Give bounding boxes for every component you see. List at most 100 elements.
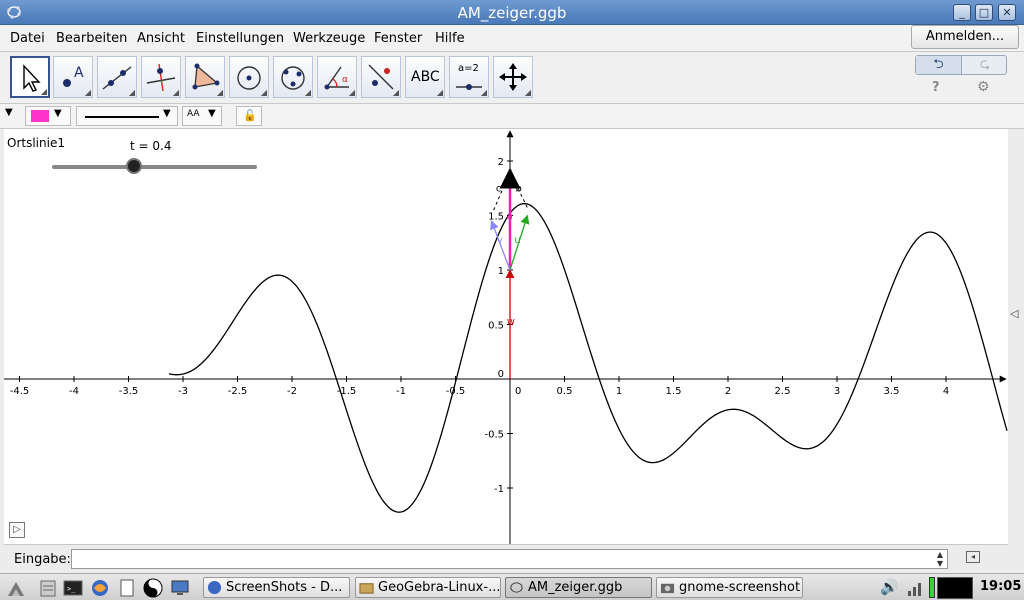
terminal-icon[interactable]: >_: [63, 578, 83, 598]
line-style-button[interactable]: ▼: [76, 106, 178, 126]
vector-label-b: b: [515, 184, 521, 195]
slider-value-label: t = 0.4: [130, 139, 172, 153]
y-tick-label: 0.5: [488, 321, 504, 332]
x-tick-label: 3.5: [884, 386, 900, 397]
toolbar: ◢ A ◢ ◢ ◢ ◢ ◢ ◢ α ◢ ◢ ABC ◢ a=2 ◢ ◢ ⮌ ⮎ …: [0, 52, 1024, 104]
point-tool[interactable]: A ◢: [53, 56, 93, 98]
vector-label-u: u: [514, 235, 520, 246]
undo-button[interactable]: ⮌: [916, 56, 962, 74]
network-signal-icon[interactable]: [906, 578, 926, 598]
keyboard-toggle-icon[interactable]: ◂: [966, 551, 980, 563]
line-style-preview: [85, 116, 159, 118]
menu-datei[interactable]: Datei: [10, 31, 45, 46]
graphics-view[interactable]: -4.5 -4 -3.5 -3 -2.5 -2 -1.5 -1 -0.5 0 0.5 1 1.5 2 2.5…: [4, 129, 1008, 545]
color-swatch: [31, 110, 49, 122]
window-title: AM_zeiger.ggb: [457, 4, 567, 22]
x-tick-label: -4.5: [10, 386, 30, 397]
y-tick-label: 2: [498, 157, 504, 168]
folder-icon: [359, 583, 374, 594]
x-tick-label: 0: [515, 386, 521, 397]
title-bar: AM_zeiger.ggb _ □ ✕: [0, 0, 1024, 25]
menu-einstellungen[interactable]: Einstellungen: [196, 31, 284, 46]
conic-tool[interactable]: ◢: [273, 56, 313, 98]
minimize-button[interactable]: _: [953, 4, 971, 21]
x-tick-label: -0.5: [446, 386, 466, 397]
browser-icon[interactable]: [90, 578, 110, 598]
yin-yang-icon[interactable]: [143, 578, 163, 598]
menu-hilfe[interactable]: Hilfe: [435, 31, 465, 46]
stylebar-toggle-icon[interactable]: ▼: [5, 107, 13, 118]
reflect-tool[interactable]: ◢: [361, 56, 401, 98]
play-animation-button[interactable]: ▷: [9, 522, 25, 538]
input-field[interactable]: ▲ ▼: [71, 549, 948, 569]
slider-tool[interactable]: a=2 ◢: [449, 56, 489, 98]
battery-indicator: [929, 577, 935, 598]
chevron-down-icon: ▼: [208, 108, 216, 119]
y-tick-label: -1: [494, 484, 504, 495]
polygon-tool[interactable]: ◢: [185, 56, 225, 98]
file-manager-icon[interactable]: [38, 578, 58, 598]
x-tick-label: 1.5: [666, 386, 682, 397]
text-tool[interactable]: ABC ◢: [405, 56, 445, 98]
help-icon[interactable]: ?: [932, 80, 940, 95]
chevron-down-icon: ▼: [163, 108, 171, 119]
browser-icon: [207, 580, 222, 595]
fix-object-button[interactable]: 🔓: [236, 106, 262, 126]
login-button[interactable]: Anmelden...: [911, 25, 1019, 49]
y-tick-label: 1: [498, 266, 504, 277]
circle-tool[interactable]: ◢: [229, 56, 269, 98]
x-tick-label: 2.5: [775, 386, 791, 397]
perpendicular-tool[interactable]: ◢: [141, 56, 181, 98]
x-tick-label: -1: [396, 386, 406, 397]
move-view-tool[interactable]: ◢: [493, 56, 533, 98]
x-tick-label: -4: [69, 386, 79, 397]
vector-label-c: c: [496, 184, 502, 195]
task-gnome-screenshot[interactable]: gnome-screenshot: [656, 577, 803, 598]
task-screenshots[interactable]: ScreenShots - D...: [203, 577, 350, 598]
svg-text:>_: >_: [67, 585, 76, 593]
cpu-monitor: [937, 577, 973, 599]
monitor-icon[interactable]: [170, 578, 190, 598]
task-am-zeiger[interactable]: AM_zeiger.ggb: [505, 577, 652, 598]
start-menu-icon[interactable]: [6, 578, 26, 598]
maximize-button[interactable]: □: [975, 4, 993, 21]
vector-label-a: a: [507, 211, 513, 222]
volume-icon[interactable]: 🔊: [880, 578, 899, 596]
x-tick-label: -3.5: [119, 386, 139, 397]
y-tick-label: -0.5: [484, 430, 504, 441]
slider-thumb[interactable]: [126, 158, 142, 174]
slider-track[interactable]: [52, 165, 257, 169]
menu-bearbeiten[interactable]: Bearbeiten: [56, 31, 127, 46]
x-tick-label: 0.5: [557, 386, 573, 397]
settings-gear-icon[interactable]: ⚙: [977, 79, 990, 95]
locus-label[interactable]: Ortslinie1: [7, 136, 65, 150]
x-tick-label: 4: [943, 386, 949, 397]
redo-button[interactable]: ⮎: [962, 56, 1008, 74]
style-bar: ▼ ▼ ▼ AA ▼ 🔓: [0, 104, 1024, 129]
menu-werkzeuge[interactable]: Werkzeuge: [293, 31, 365, 46]
font-size-button[interactable]: AA ▼: [182, 106, 222, 126]
color-picker-button[interactable]: ▼: [25, 106, 71, 126]
x-tick-label: -2.5: [228, 386, 248, 397]
menu-fenster[interactable]: Fenster: [374, 31, 422, 46]
close-button[interactable]: ✕: [998, 4, 1016, 21]
function-plot[interactable]: -4.5 -4 -3.5 -3 -2.5 -2 -1.5 -1 -0.5 0 0.5 1 1.5 2 2.5…: [4, 129, 1008, 545]
geogebra-icon: [510, 582, 523, 593]
x-tick-label: 1: [616, 386, 622, 397]
move-tool[interactable]: ◢: [10, 56, 50, 98]
history-arrows-icon[interactable]: ▲ ▼: [937, 550, 943, 568]
menu-ansicht[interactable]: Ansicht: [137, 31, 185, 46]
unlock-icon: 🔓: [243, 109, 257, 122]
collapse-panel-icon[interactable]: ◁: [1010, 307, 1018, 320]
x-tick-label: -2: [287, 386, 297, 397]
locus-curve: [168, 202, 1008, 513]
svg-text:A: A: [74, 65, 84, 81]
text-tool-label: ABC: [411, 69, 440, 85]
document-icon[interactable]: [117, 578, 137, 598]
task-geogebra-folder[interactable]: GeoGebra-Linux-...: [355, 577, 501, 598]
input-label: Eingabe:: [14, 552, 71, 567]
x-tick-label: 3: [834, 386, 840, 397]
clock: 19:05: [980, 579, 1022, 594]
angle-tool[interactable]: α ◢: [317, 56, 357, 98]
line-tool[interactable]: ◢: [97, 56, 137, 98]
